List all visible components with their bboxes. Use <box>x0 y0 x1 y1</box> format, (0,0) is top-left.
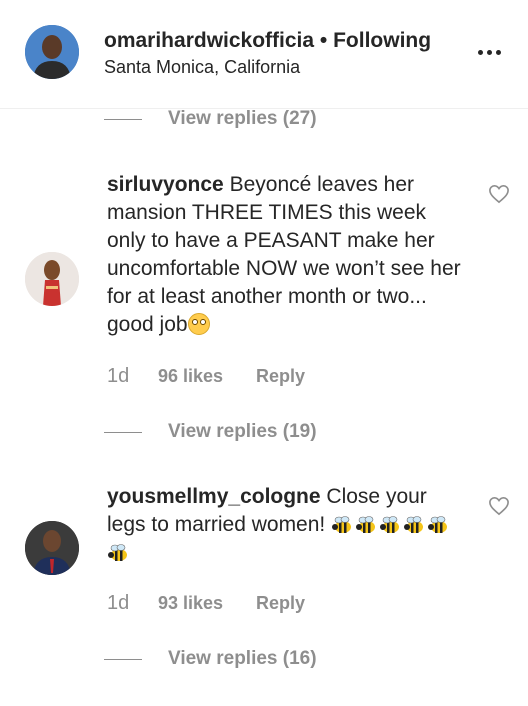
reply-button[interactable]: Reply <box>256 593 305 614</box>
view-replies-label: View replies (16) <box>168 648 317 669</box>
comment-text: sirluvyonce Beyoncé leaves her mansion T… <box>107 171 463 339</box>
comment-item: sirluvyonce Beyoncé leaves her mansion T… <box>0 170 528 410</box>
post-header: omarihardwickofficia • Following Santa M… <box>0 0 528 109</box>
face-with-rolling-eyes-icon <box>187 313 210 335</box>
view-replies-label: View replies (27) <box>168 108 317 129</box>
avatar[interactable] <box>25 521 79 575</box>
follow-status[interactable]: Following <box>333 29 431 52</box>
comment-age: 1d <box>107 592 130 614</box>
bee-icon <box>403 514 425 533</box>
bee-icon <box>355 514 377 533</box>
comment-username[interactable]: sirluvyonce <box>107 173 224 196</box>
comment-item: yousmellmy_cologne Close your legs to ma… <box>0 482 528 632</box>
divider-line <box>104 119 142 120</box>
post-location[interactable]: Santa Monica, California <box>104 57 300 78</box>
comment-text: yousmellmy_cologne Close your legs to ma… <box>107 483 463 567</box>
comment-body: Beyoncé leaves her mansion THREE TIMES t… <box>107 173 461 336</box>
avatar[interactable] <box>25 25 79 79</box>
reply-button[interactable]: Reply <box>256 366 305 387</box>
bee-icon <box>331 514 353 533</box>
separator-dot: • <box>319 29 328 52</box>
divider-line <box>104 659 142 660</box>
bee-icon <box>379 514 401 533</box>
bee-icon <box>107 542 129 561</box>
bee-icon <box>427 514 449 533</box>
view-replies-label: View replies (19) <box>168 421 317 442</box>
likes-count[interactable]: 93 likes <box>158 593 223 614</box>
heart-icon[interactable] <box>488 184 510 204</box>
post-author-line: omarihardwickofficia • Following <box>104 29 431 53</box>
avatar[interactable] <box>25 252 79 306</box>
divider-line <box>104 432 142 433</box>
ellipsis-icon[interactable] <box>474 40 506 64</box>
comment-age: 1d <box>107 365 130 387</box>
comment-username[interactable]: yousmellmy_cologne <box>107 485 321 508</box>
author-username[interactable]: omarihardwickofficia <box>104 29 314 52</box>
likes-count[interactable]: 96 likes <box>158 366 223 387</box>
heart-icon[interactable] <box>488 496 510 516</box>
